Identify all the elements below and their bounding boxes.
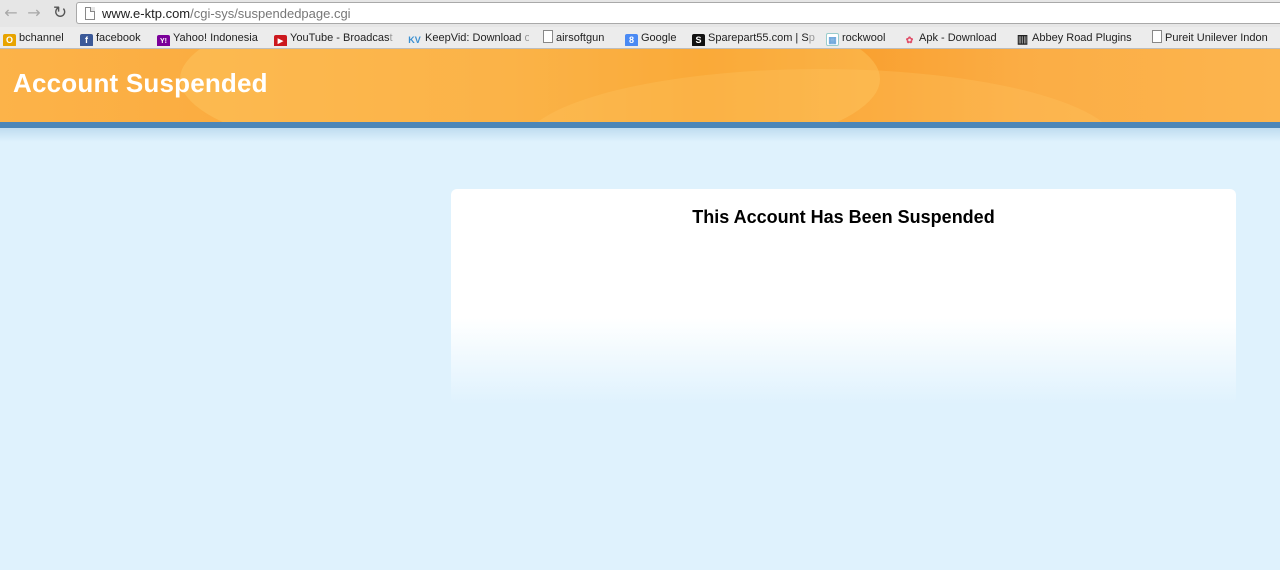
- bchannel-icon: O: [3, 34, 16, 46]
- bookmark-google[interactable]: 8 Google: [625, 30, 683, 46]
- bookmark-label: Pureit Unilever Indon: [1165, 32, 1268, 44]
- bookmark-label: Yahoo! Indonesia: [173, 32, 258, 44]
- youtube-icon: ▶: [274, 35, 287, 46]
- bookmark-label: Sparepart55.com | S: [708, 32, 809, 44]
- google-icon: 8: [625, 34, 638, 46]
- bookmark-label: bchannel: [19, 32, 64, 44]
- card-heading: This Account Has Been Suspended: [692, 207, 995, 227]
- page-icon: [85, 7, 95, 20]
- url-host: www.e-ktp.com: [102, 6, 191, 21]
- bookmark-airsoftgun[interactable]: airsoftgun: [543, 30, 615, 46]
- header-banner: Account Suspended: [0, 49, 1280, 122]
- url-path: /cgi-sys/suspendedpage.cgi: [190, 6, 351, 21]
- bookmark-label: Apk - Download: [919, 32, 997, 44]
- bookmark-label-fade: t: [389, 32, 393, 44]
- forward-arrow-icon[interactable]: →: [25, 4, 43, 22]
- bookmark-keepvid[interactable]: KV KeepVid: Download o: [407, 30, 529, 46]
- bookmark-label: airsoftgun: [556, 32, 605, 44]
- bookmark-yahoo[interactable]: Y! Yahoo! Indonesia: [157, 30, 267, 46]
- page-icon: [543, 30, 553, 43]
- bookmark-label: YouTube - Broadcas: [290, 32, 390, 44]
- bookmark-label: Abbey Road Plugins: [1032, 32, 1132, 44]
- suspended-message-card: This Account Has Been Suspended: [451, 189, 1236, 404]
- bookmark-apk[interactable]: ✿ Apk - Download: [903, 30, 1005, 46]
- bookmark-rockwool[interactable]: ▦ rockwool: [826, 30, 894, 46]
- bookmark-label: KeepVid: Download: [425, 32, 522, 44]
- address-bar[interactable]: www.e-ktp.com/cgi-sys/suspendedpage.cgi: [76, 2, 1280, 24]
- back-arrow-icon[interactable]: ←: [2, 4, 20, 22]
- bookmark-label-fade: o: [521, 32, 529, 44]
- bookmark-pureit[interactable]: Pureit Unilever Indon: [1152, 30, 1280, 46]
- bookmark-label: Google: [641, 32, 677, 44]
- banner-shadow: [0, 128, 1280, 142]
- sparepart-icon: S: [692, 34, 705, 46]
- bookmarks-bar: Obchannel f facebook Y! Yahoo! Indonesia ▶…: [0, 27, 1280, 49]
- url-text: www.e-ktp.com/cgi-sys/suspendedpage.cgi: [102, 6, 351, 21]
- bookmark-label: facebook: [96, 32, 141, 44]
- facebook-icon: f: [80, 34, 93, 46]
- browser-toolbar: ← → ↻ www.e-ktp.com/cgi-sys/suspendedpag…: [0, 0, 1280, 27]
- keepvid-icon: KV: [408, 35, 421, 45]
- bookmark-bchannel[interactable]: Obchannel: [3, 30, 73, 46]
- bookmark-sparepart55[interactable]: S Sparepart55.com | Sp: [692, 30, 816, 46]
- page-icon: [1152, 30, 1162, 43]
- page-title: Account Suspended: [13, 68, 268, 98]
- rockwool-icon: ▦: [826, 33, 839, 46]
- reload-icon[interactable]: ↻: [51, 4, 69, 22]
- bookmark-facebook[interactable]: f facebook: [80, 30, 152, 46]
- bookmark-label: rockwool: [842, 32, 886, 44]
- abbey-road-icon: ▥: [1016, 32, 1029, 46]
- yahoo-icon: Y!: [157, 35, 170, 46]
- bookmark-abbey-road[interactable]: ▥ Abbey Road Plugins: [1016, 30, 1138, 46]
- apk-icon: ✿: [905, 35, 914, 45]
- bookmark-label-fade: p: [808, 32, 815, 44]
- bookmark-youtube[interactable]: ▶ YouTube - Broadcast: [274, 30, 396, 46]
